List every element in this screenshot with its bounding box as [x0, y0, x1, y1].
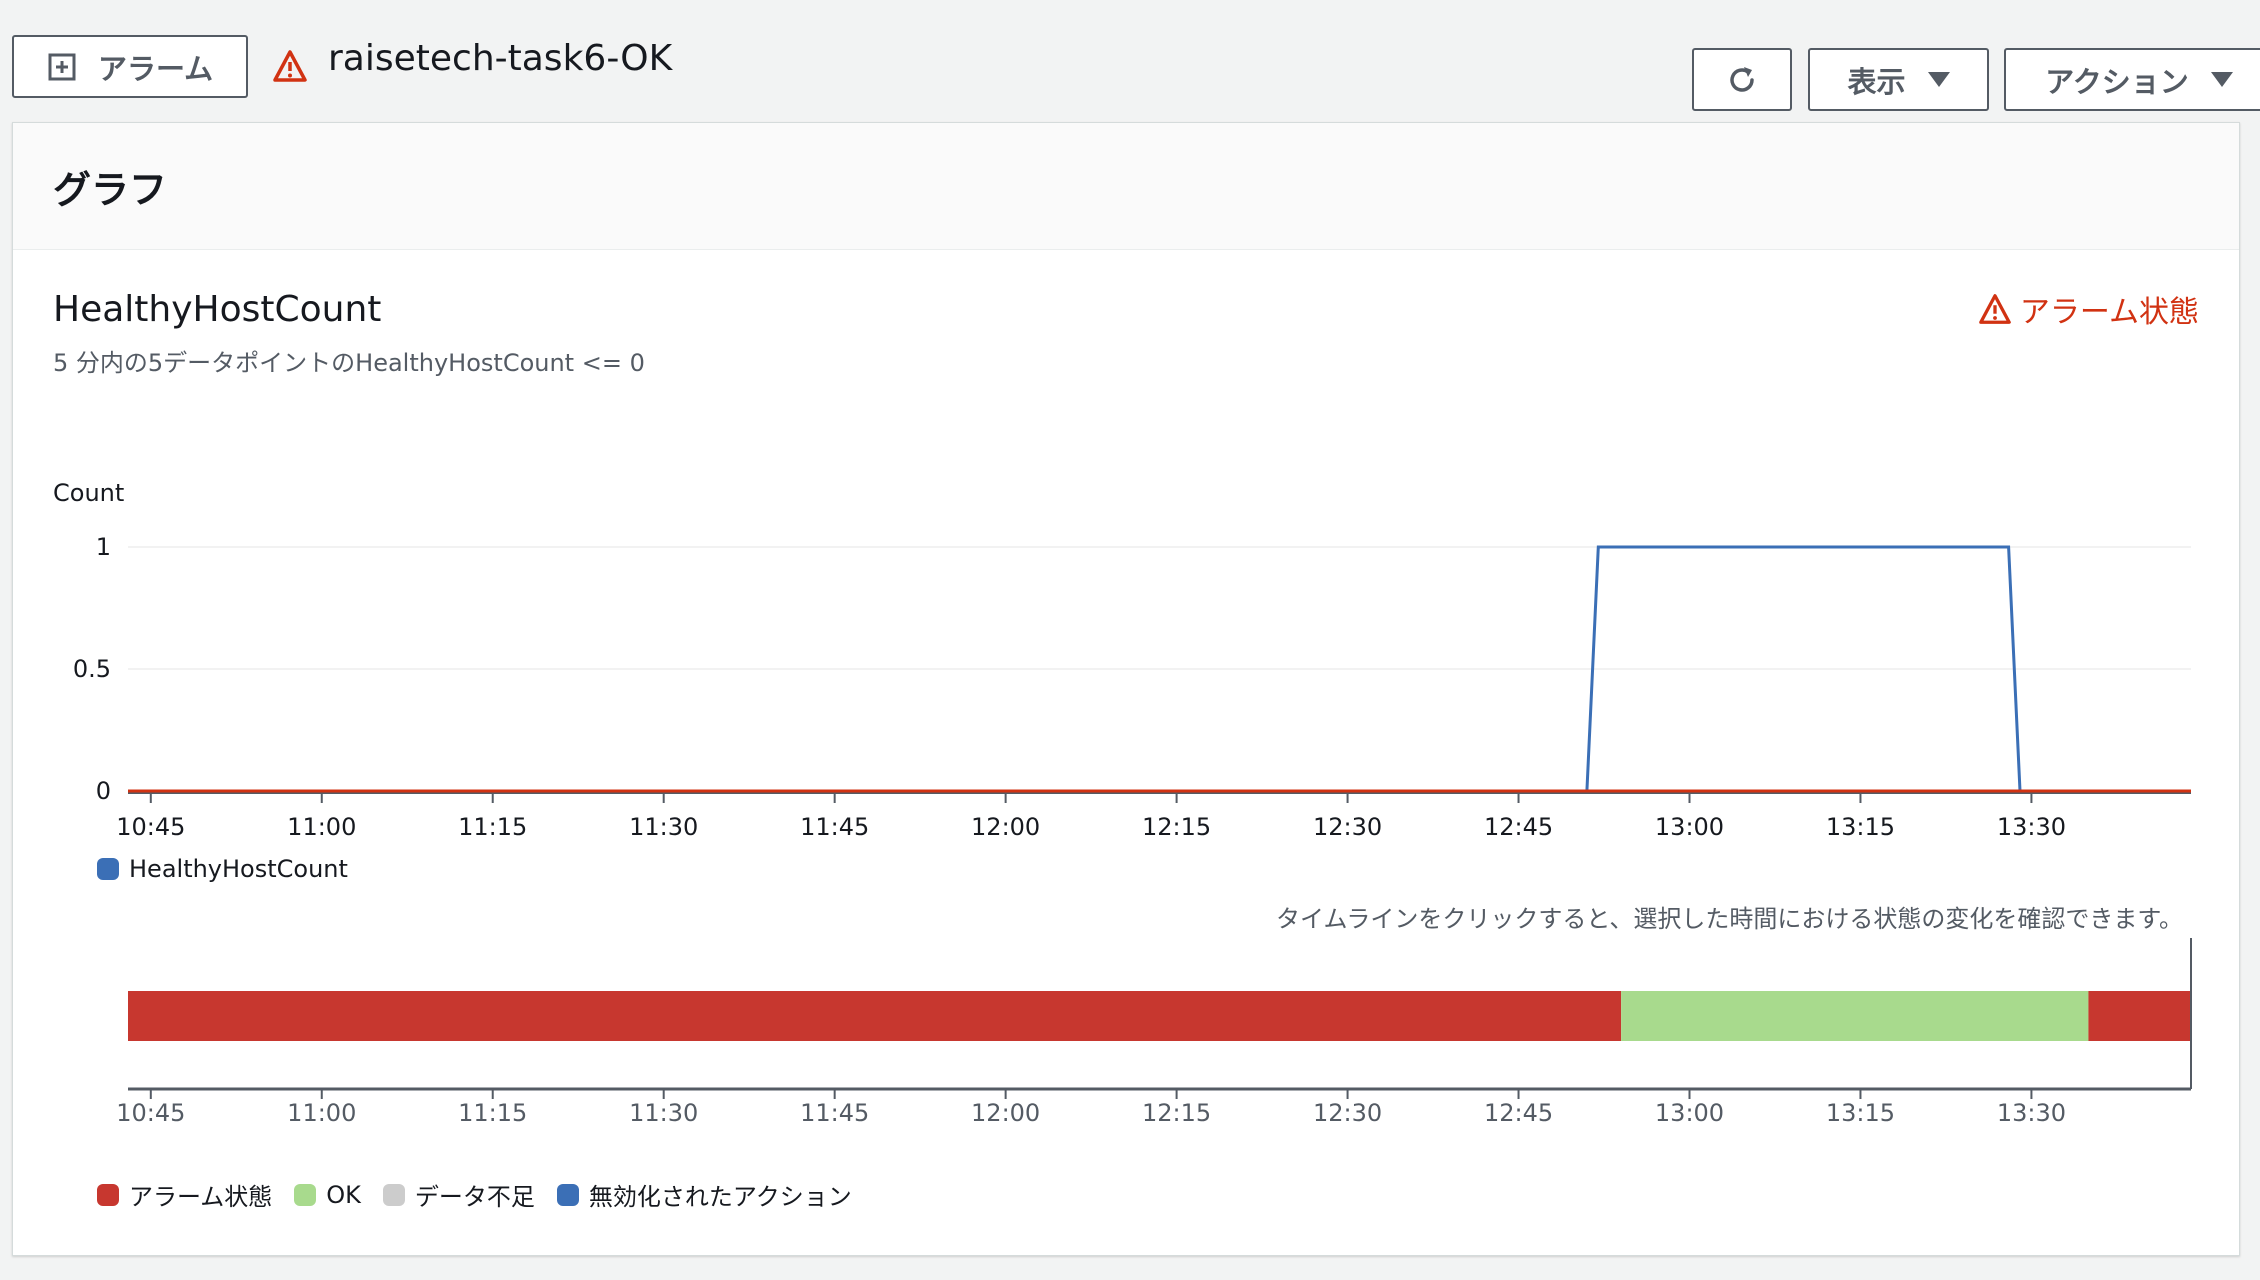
timeline-segment-alarm[interactable] [128, 991, 1622, 1041]
timeline-tick-label: 10:45 [116, 1099, 185, 1127]
series-legend-swatch [97, 858, 119, 880]
timeline-tick-label: 11:45 [800, 1099, 869, 1127]
x-tick-label: 11:00 [287, 813, 356, 841]
state-legend-label: データ不足 [414, 1183, 535, 1211]
view-label: 表示 [1847, 64, 1906, 99]
y-tick-label: 1 [96, 533, 111, 561]
timeline-segment-ok[interactable] [1621, 991, 2089, 1041]
state-legend-item: アラーム状態 [97, 1177, 272, 1212]
plus-box-icon [48, 53, 76, 80]
timeline-tick-label: 13:15 [1826, 1099, 1895, 1127]
caret-down-icon [1927, 72, 1950, 87]
timeline-tick-label: 12:00 [971, 1099, 1040, 1127]
alarm-button[interactable]: アラーム [12, 35, 248, 98]
timeline-tick-label: 12:15 [1142, 1099, 1211, 1127]
x-tick-label: 12:45 [1484, 813, 1553, 841]
timeline-tick-label: 11:30 [629, 1099, 698, 1127]
x-tick-label: 12:30 [1313, 813, 1382, 841]
alarm-button-label: アラーム [98, 51, 214, 86]
x-tick-label: 12:00 [971, 813, 1040, 841]
x-tick-label: 12:15 [1142, 813, 1211, 841]
x-tick-label: 11:15 [458, 813, 527, 841]
caret-down-icon [2210, 72, 2233, 87]
timeline-segment-alarm[interactable] [2088, 991, 2191, 1041]
x-tick-label: 11:45 [800, 813, 869, 841]
state-legend-item: OK [294, 1181, 361, 1209]
x-tick-label: 13:00 [1655, 813, 1724, 841]
timeline-tick-label: 12:30 [1313, 1099, 1382, 1127]
actions-label: アクション [2045, 64, 2189, 99]
state-legend-swatch [294, 1183, 317, 1206]
x-tick-label: 10:45 [116, 813, 185, 841]
warning-icon [273, 50, 307, 82]
y-axis-label: Count [53, 479, 124, 507]
x-tick-label: 11:30 [629, 813, 698, 841]
graph-panel: グラフ HealthyHostCount 5 分内の5データポイントのHealt… [12, 122, 2240, 1256]
x-tick-label: 13:30 [1997, 813, 2066, 841]
state-legend-swatch [382, 1183, 405, 1206]
timeline-tick-label: 11:15 [458, 1099, 527, 1127]
state-legend-swatch [556, 1183, 579, 1206]
state-legend-label: 無効化されたアクション [588, 1183, 852, 1211]
timeline-tick-label: 13:00 [1655, 1099, 1724, 1127]
metric-chart[interactable]: Count 0 0.5 1 10:45 11:00 11:15 11:30 11:45 12:00… [13, 123, 2241, 1257]
top-bar: アラーム raisetech-task6-OK 表示 アクション [0, 0, 2260, 120]
timeline-tick-label: 11:00 [287, 1099, 356, 1127]
state-legend: アラーム状態 OK データ不足 無効化されたアクション [97, 1177, 874, 1212]
y-tick-label: 0 [96, 777, 111, 805]
series-legend[interactable]: HealthyHostCount [97, 855, 348, 883]
state-legend-item: データ不足 [382, 1177, 535, 1212]
y-tick-label: 0.5 [73, 655, 111, 683]
refresh-button[interactable] [1692, 48, 1792, 111]
timeline-hint: タイムラインをクリックすると、選択した時間における状態の変化を確認できます。 [1276, 905, 2183, 933]
state-legend-item: 無効化されたアクション [556, 1177, 852, 1212]
page-title: raisetech-task6-OK [328, 38, 673, 79]
view-dropdown-button[interactable]: 表示 [1808, 48, 1989, 111]
state-legend-label: OK [326, 1180, 361, 1209]
timeline-tick-label: 12:45 [1484, 1099, 1553, 1127]
refresh-icon [1730, 66, 1754, 92]
x-tick-label: 13:15 [1826, 813, 1895, 841]
series-legend-label: HealthyHostCount [129, 855, 348, 883]
actions-dropdown-button[interactable]: アクション [2004, 48, 2260, 111]
timeline-tick-label: 13:30 [1997, 1099, 2066, 1127]
state-legend-label: アラーム状態 [129, 1183, 273, 1211]
state-legend-swatch [97, 1183, 119, 1206]
